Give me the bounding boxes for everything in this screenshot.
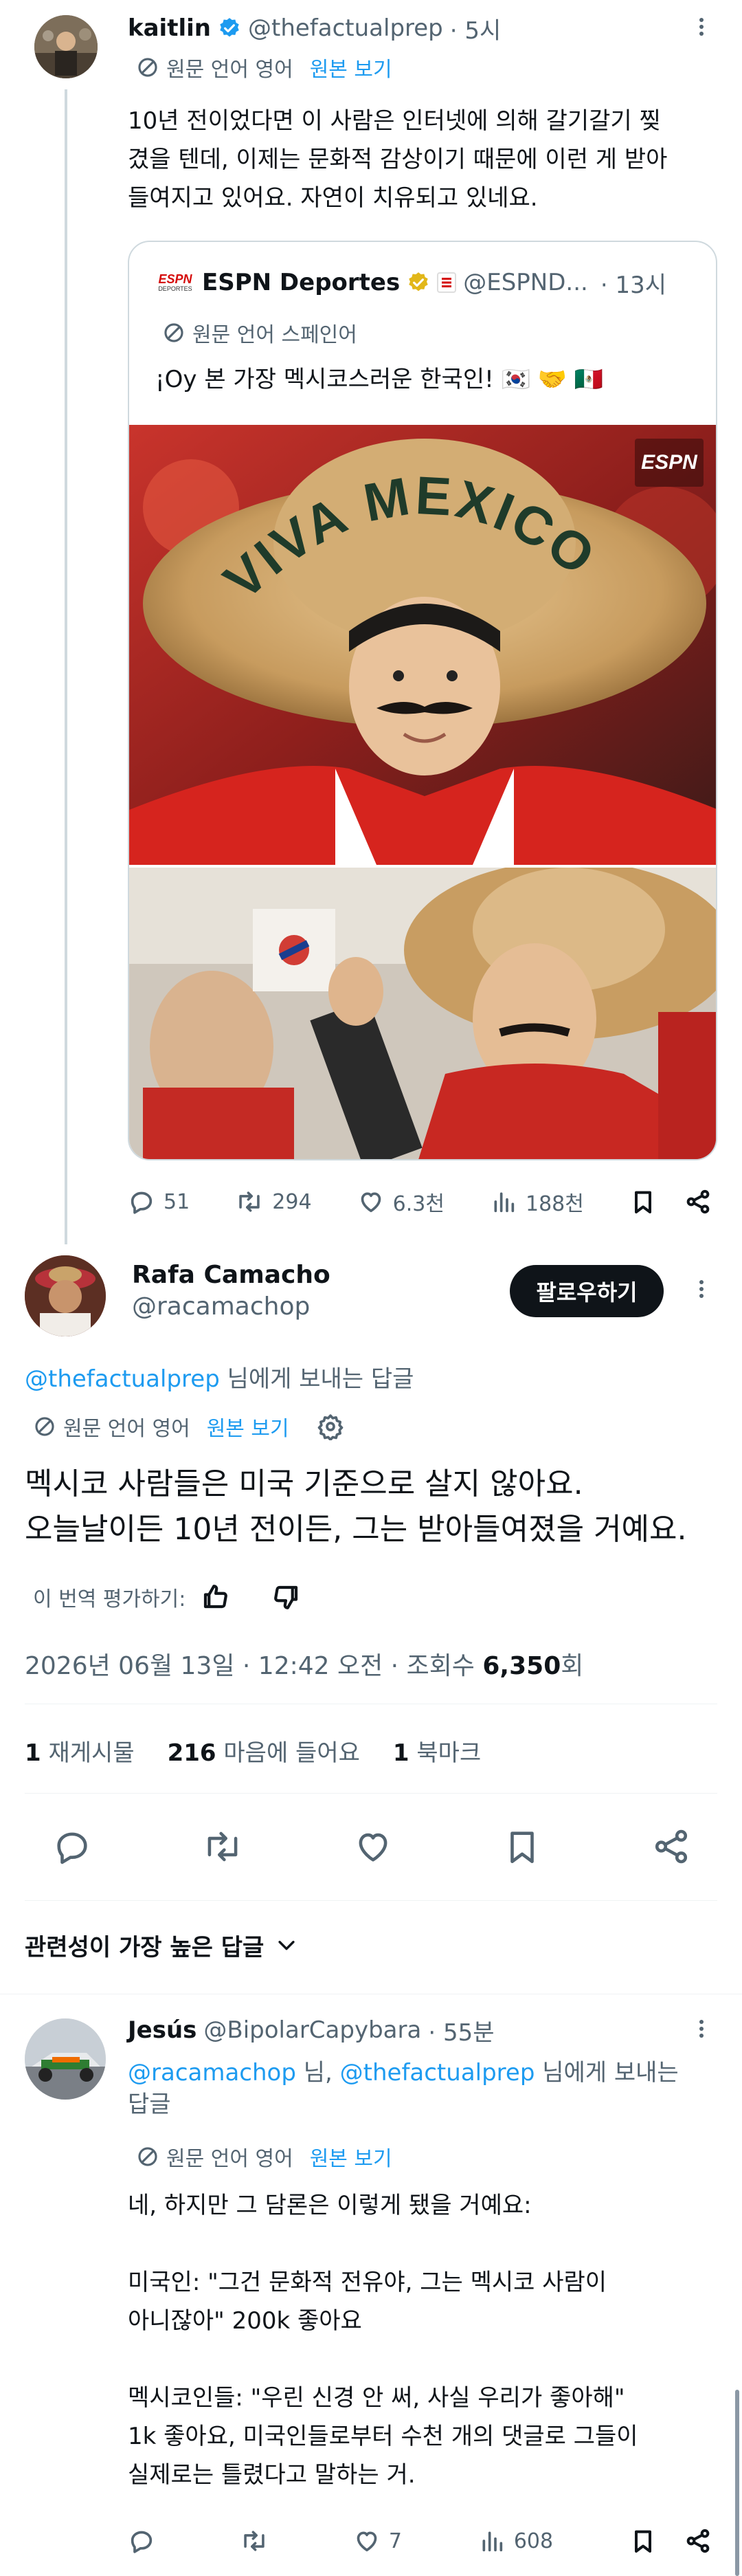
divider bbox=[25, 1793, 717, 1794]
tweet-time[interactable]: · 55분 bbox=[428, 2014, 494, 2047]
heart-icon bbox=[361, 1192, 381, 1213]
tweet-timestamp[interactable]: 2026년 06월 13일 · 12:42 오전 · 조회수 bbox=[25, 1652, 482, 1680]
reply-button[interactable]: 51 bbox=[128, 1188, 190, 1215]
reply-text-p3c: 실제로는 틀렸다고 말하는 거. bbox=[128, 2461, 416, 2489]
quote-translation-note: 원문 언어 스페인어 bbox=[192, 323, 357, 347]
follow-button[interactable]: 팔로우하기 bbox=[510, 1265, 664, 1317]
bookmark-button[interactable] bbox=[502, 1827, 542, 1867]
author-handle[interactable]: @thefactualprep bbox=[248, 14, 443, 42]
espn-logo: ESPN DEPORTES bbox=[158, 272, 192, 292]
reply-to-label: 님에게 보내는 답글 bbox=[219, 1365, 414, 1393]
reply-text-p2b: 아니잖아" 200k 좋아요 bbox=[128, 2307, 362, 2335]
quote-image-2[interactable] bbox=[129, 868, 716, 1159]
views-button[interactable]: 188천 bbox=[490, 1187, 584, 1217]
reply-text-p2a: 미국인: "그건 문화적 전유야, 그는 멕시코 사람이 bbox=[128, 2269, 607, 2296]
reply-to-handle[interactable]: @racamachop bbox=[128, 2059, 296, 2087]
view-original-link[interactable]: 원본 보기 bbox=[207, 1411, 289, 1442]
thumbs-down-icon[interactable] bbox=[272, 1583, 301, 1611]
verified-gold-icon bbox=[407, 271, 430, 294]
reply-sort-dropdown[interactable]: 관련성이 가장 높은 답글 bbox=[25, 1928, 298, 1962]
espn-watermark: ESPN bbox=[641, 451, 698, 474]
thumbs-up-icon[interactable] bbox=[201, 1583, 229, 1611]
thread-line bbox=[65, 89, 67, 1244]
reply-text-p3a: 멕시코인들: "우린 신경 안 써, 사실 우리가 좋아해" bbox=[128, 2384, 625, 2412]
quote-image-1[interactable]: VIVA MEXICO ESPN bbox=[129, 425, 716, 865]
retweet-icon bbox=[244, 2531, 265, 2551]
reply-text-p1: 네, 하지만 그 담론은 이렇게 됐을 거예요: bbox=[128, 2192, 532, 2219]
view-count: 6,350 bbox=[482, 1652, 561, 1680]
more-options-icon[interactable] bbox=[694, 15, 709, 43]
quote-author-name[interactable]: ESPN Deportes bbox=[202, 269, 400, 296]
share-icon[interactable] bbox=[684, 1188, 712, 1215]
reply-to-handle[interactable]: @thefactualprep bbox=[340, 2059, 535, 2087]
retweet-button[interactable]: 294 bbox=[235, 1188, 312, 1215]
translate-icon bbox=[33, 1415, 56, 1438]
tweet-time[interactable]: · 5시 bbox=[450, 12, 502, 45]
retweet-stat[interactable]: 1 재게시물 bbox=[25, 1734, 135, 1768]
translate-icon bbox=[136, 56, 159, 79]
reply-text-p3b: 1k 좋아요, 미국인들로부터 수천 개의 댓글로 그들이 bbox=[128, 2423, 638, 2450]
author-name[interactable]: Rafa Camacho bbox=[132, 1259, 330, 1291]
share-button[interactable] bbox=[651, 1827, 691, 1867]
settings-gear-icon[interactable] bbox=[317, 1413, 344, 1440]
translate-icon bbox=[136, 2145, 159, 2168]
reply-to-handle[interactable]: @thefactualprep bbox=[25, 1365, 220, 1393]
more-options-icon[interactable] bbox=[694, 1277, 709, 1305]
analytics-icon bbox=[482, 2531, 502, 2552]
translation-note: 원문 언어 영어 bbox=[166, 58, 293, 82]
author-handle[interactable]: @BipolarCapybara bbox=[203, 2016, 421, 2044]
bookmark-icon[interactable] bbox=[629, 1188, 657, 1215]
view-original-link[interactable]: 원본 보기 bbox=[310, 52, 392, 82]
chevron-down-icon bbox=[275, 1933, 298, 1957]
tweet-text-line-1: 멕시코 사람들은 미국 기준으로 살지 않아요. bbox=[25, 1466, 583, 1501]
view-original-link[interactable]: 원본 보기 bbox=[310, 2142, 392, 2172]
tweet-text-line-2: 오늘날이든 10년 전이든, 그는 받아들여졌을 거예요. bbox=[25, 1512, 687, 1547]
views-button[interactable]: 608 bbox=[478, 2527, 553, 2555]
quote-text: ¡Oy 본 가장 멕시코스러운 한국인! 🇰🇷 🤝 🇲🇽 bbox=[155, 366, 604, 393]
reply-button[interactable] bbox=[52, 1827, 92, 1867]
more-options-icon[interactable] bbox=[694, 2017, 709, 2045]
retweet-button[interactable] bbox=[201, 1827, 244, 1867]
affiliate-badge-icon bbox=[437, 272, 457, 293]
reply-icon bbox=[131, 1191, 153, 1214]
scrollbar[interactable] bbox=[735, 2390, 739, 2576]
reply-sort-label: 관련성이 가장 높은 답글 bbox=[25, 1933, 265, 1961]
verified-icon bbox=[218, 16, 241, 40]
quoted-tweet[interactable]: ESPN DEPORTES ESPN Deportes @ESPND... · … bbox=[128, 241, 717, 1160]
rate-translation-label: 이 번역 평가하기: bbox=[33, 1587, 186, 1611]
tweet-text: 10년 전이었다면 이 사람은 인터넷에 의해 갈기갈기 찢겼을 텐데, 이제는… bbox=[128, 107, 668, 212]
like-button[interactable] bbox=[353, 1827, 393, 1867]
avatar[interactable] bbox=[25, 1255, 106, 1336]
translate-icon bbox=[162, 321, 186, 344]
translation-note: 원문 언어 영어 bbox=[63, 1417, 190, 1441]
quote-time[interactable]: · 13시 bbox=[600, 266, 666, 300]
divider bbox=[25, 1900, 717, 1901]
like-stat[interactable]: 216 마음에 들어요 bbox=[168, 1734, 360, 1768]
heart-icon bbox=[357, 2531, 377, 2552]
retweet-icon bbox=[239, 1191, 260, 1212]
bookmark-stat[interactable]: 1 북마크 bbox=[393, 1734, 481, 1768]
author-handle[interactable]: @racamachop bbox=[132, 1291, 330, 1323]
share-icon[interactable] bbox=[684, 2527, 712, 2555]
author-name[interactable]: Jesús bbox=[128, 2016, 196, 2044]
avatar[interactable] bbox=[34, 15, 98, 78]
quote-author-handle[interactable]: @ESPND... bbox=[463, 269, 588, 296]
retweet-button[interactable] bbox=[240, 2527, 277, 2555]
avatar[interactable] bbox=[25, 2018, 106, 2100]
reply-button[interactable] bbox=[128, 2527, 164, 2555]
bookmark-icon[interactable] bbox=[629, 2527, 657, 2555]
translation-note: 원문 언어 영어 bbox=[166, 2147, 293, 2171]
analytics-icon bbox=[494, 1192, 515, 1213]
reply-icon bbox=[131, 2531, 153, 2553]
like-button[interactable]: 6.3천 bbox=[357, 1187, 445, 1217]
like-button[interactable]: 7 bbox=[353, 2527, 402, 2555]
author-name[interactable]: kaitlin bbox=[128, 14, 211, 42]
